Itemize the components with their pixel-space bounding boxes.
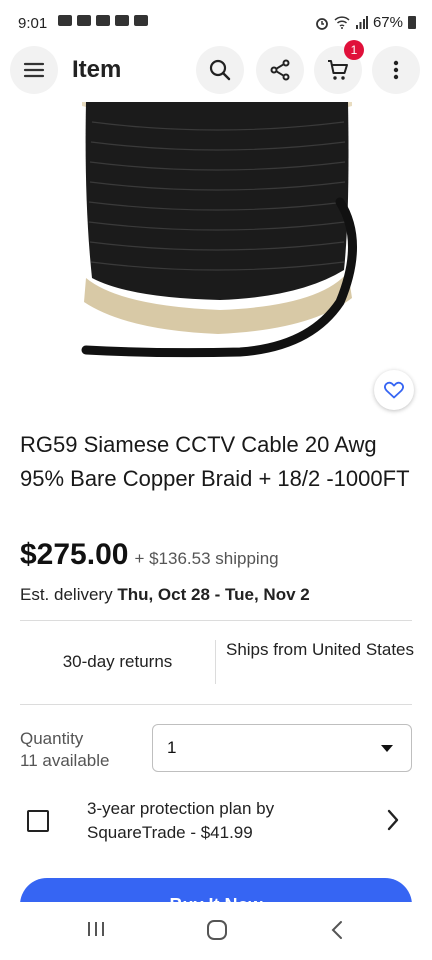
delivery-dates: Thu, Oct 28 - Tue, Nov 2 — [117, 585, 310, 604]
menu-button[interactable] — [10, 46, 58, 94]
quantity-value: 1 — [167, 738, 177, 757]
quantity-select[interactable]: 1 — [152, 724, 412, 772]
search-icon — [209, 59, 231, 81]
wifi-icon — [334, 16, 350, 29]
status-bar: 9:01 67% — [0, 0, 432, 46]
home-icon[interactable] — [206, 920, 228, 940]
delivery-label: Est. delivery — [20, 585, 113, 604]
more-options-button[interactable] — [372, 46, 420, 94]
returns-policy: 30-day returns — [62, 652, 173, 671]
divider — [20, 704, 412, 705]
signal-icon — [355, 16, 368, 29]
status-right: 67% — [315, 14, 416, 31]
heart-icon — [384, 381, 404, 399]
cart-icon — [328, 60, 348, 80]
available-count: 11 available — [20, 751, 110, 770]
app-bar: Item 1 — [0, 40, 432, 103]
battery-percent: 67% — [372, 14, 403, 31]
gallery-notification-icon — [96, 15, 110, 26]
alarm-icon — [316, 17, 328, 30]
more-vertical-icon — [393, 60, 399, 80]
cart-badge: 1 — [344, 40, 364, 60]
price-row: $275.00 + $136.53 shipping — [20, 538, 279, 572]
shipping-cost: + $136.53 shipping — [134, 549, 279, 568]
divider — [20, 620, 412, 621]
product-image[interactable] — [0, 102, 432, 420]
notification-icon — [58, 15, 72, 26]
dropdown-arrow-icon — [381, 745, 393, 752]
estimated-delivery: Est. delivery Thu, Oct 28 - Tue, Nov 2 — [20, 585, 310, 605]
item-price: $275.00 — [20, 538, 129, 571]
quantity-label: Quantity — [20, 729, 84, 748]
share-icon — [270, 59, 290, 81]
recent-apps-icon[interactable] — [86, 920, 106, 938]
hamburger-icon — [23, 62, 45, 78]
status-time: 9:01 — [18, 15, 48, 32]
pinwheel-notification-icon — [115, 15, 129, 26]
item-title: RG59 Siamese CCTV Cable 20 Awg 95% Bare … — [20, 432, 410, 491]
ships-from: Ships from United States — [225, 640, 415, 659]
search-button[interactable] — [196, 46, 244, 94]
battery-icon — [408, 16, 416, 29]
protection-plan-checkbox[interactable] — [27, 810, 49, 832]
share-button[interactable] — [256, 46, 304, 94]
protection-plan-text[interactable]: 3-year protection plan by SquareTrade - … — [87, 797, 347, 845]
youtube-notification-icon — [134, 15, 148, 26]
quantity-label-group: Quantity 11 available — [20, 728, 109, 772]
cable-spool-image — [0, 102, 432, 420]
chevron-right-icon[interactable] — [386, 808, 400, 832]
back-icon[interactable] — [330, 920, 344, 940]
cart-button[interactable]: 1 — [314, 40, 364, 94]
ebay-notification-icon — [77, 15, 91, 26]
watchlist-button[interactable] — [374, 370, 414, 410]
notification-icons — [58, 15, 148, 26]
system-navigation-bar — [0, 902, 432, 960]
page-title: Item — [72, 56, 122, 83]
vertical-divider — [215, 640, 216, 684]
